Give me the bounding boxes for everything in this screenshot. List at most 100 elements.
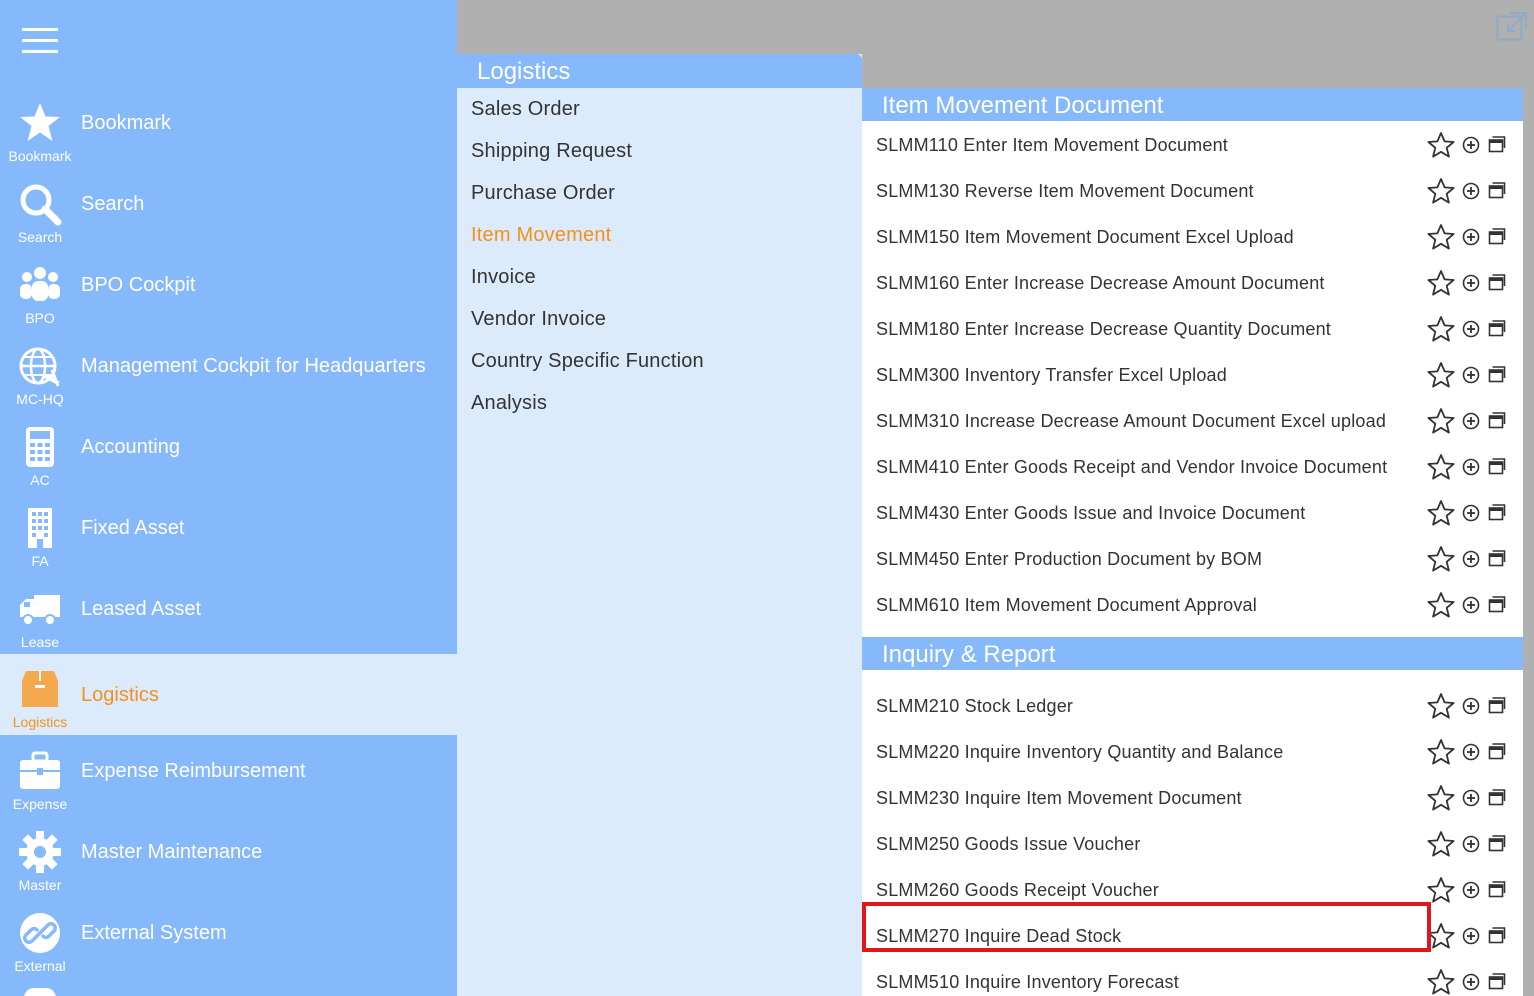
bookmark-star-icon[interactable] [1427, 499, 1455, 527]
submenu-item-item-movement[interactable]: Item Movement [457, 214, 862, 256]
bookmark-star-icon[interactable] [1427, 453, 1455, 481]
add-circle-icon[interactable] [1462, 550, 1480, 568]
submenu-item-sales-order[interactable]: Sales Order [457, 88, 862, 130]
popout-window-icon[interactable] [1496, 11, 1528, 41]
program-row[interactable]: SLMM160 Enter Increase Decrease Amount D… [862, 259, 1523, 305]
bookmark-star-icon[interactable] [1427, 692, 1455, 720]
program-label[interactable]: SLMM300 Inventory Transfer Excel Upload [876, 365, 1227, 386]
new-window-icon[interactable] [1488, 834, 1506, 852]
new-window-icon[interactable] [1488, 319, 1506, 337]
add-circle-icon[interactable] [1462, 320, 1480, 338]
program-label[interactable]: SLMM210 Stock Ledger [876, 696, 1073, 717]
new-window-icon[interactable] [1488, 457, 1506, 475]
program-row[interactable]: SLMM430 Enter Goods Issue and Invoice Do… [862, 489, 1523, 535]
program-row[interactable]: SLMM250 Goods Issue Voucher [862, 820, 1523, 866]
submenu-item-invoice[interactable]: Invoice [457, 256, 862, 298]
new-window-icon[interactable] [1488, 365, 1506, 383]
program-label[interactable]: SLMM160 Enter Increase Decrease Amount D… [876, 273, 1325, 294]
program-label[interactable]: SLMM610 Item Movement Document Approval [876, 595, 1257, 616]
program-label[interactable]: SLMM220 Inquire Inventory Quantity and B… [876, 742, 1283, 763]
program-row[interactable]: SLMM220 Inquire Inventory Quantity and B… [862, 728, 1523, 774]
hamburger-menu-icon[interactable] [22, 28, 58, 54]
program-label[interactable]: SLMM130 Reverse Item Movement Document [876, 181, 1254, 202]
program-label[interactable]: SLMM260 Goods Receipt Voucher [876, 880, 1159, 901]
new-window-icon[interactable] [1488, 696, 1506, 714]
new-window-icon[interactable] [1488, 181, 1506, 199]
new-window-icon[interactable] [1488, 926, 1506, 944]
add-circle-icon[interactable] [1462, 973, 1480, 991]
add-circle-icon[interactable] [1462, 136, 1480, 154]
submenu-item-vendor-invoice[interactable]: Vendor Invoice [457, 298, 862, 340]
add-circle-icon[interactable] [1462, 228, 1480, 246]
sidebar-item-search[interactable]: Search Search [0, 173, 457, 254]
sidebar-item-bookmark[interactable]: Bookmark Bookmark [0, 92, 457, 173]
program-label[interactable]: SLMM110 Enter Item Movement Document [876, 135, 1228, 156]
program-row[interactable]: SLMM230 Inquire Item Movement Document [862, 774, 1523, 820]
bookmark-star-icon[interactable] [1427, 223, 1455, 251]
new-window-icon[interactable] [1488, 273, 1506, 291]
add-circle-icon[interactable] [1462, 881, 1480, 899]
bookmark-star-icon[interactable] [1427, 591, 1455, 619]
bookmark-star-icon[interactable] [1427, 315, 1455, 343]
add-circle-icon[interactable] [1462, 274, 1480, 292]
bookmark-star-icon[interactable] [1427, 922, 1455, 950]
sidebar-item-expense[interactable]: Expense Expense Reimbursement [0, 740, 457, 821]
submenu-item-purchase-order[interactable]: Purchase Order [457, 172, 862, 214]
add-circle-icon[interactable] [1462, 697, 1480, 715]
bookmark-star-icon[interactable] [1427, 269, 1455, 297]
add-circle-icon[interactable] [1462, 366, 1480, 384]
program-row[interactable]: SLMM610 Item Movement Document Approval [862, 581, 1523, 627]
bookmark-star-icon[interactable] [1427, 784, 1455, 812]
program-row[interactable]: SLMM180 Enter Increase Decrease Quantity… [862, 305, 1523, 351]
bookmark-star-icon[interactable] [1427, 361, 1455, 389]
program-label[interactable]: SLMM150 Item Movement Document Excel Upl… [876, 227, 1294, 248]
sidebar-item-accounting[interactable]: AC Accounting [0, 416, 457, 497]
sidebar-item-fixed-asset[interactable]: FA Fixed Asset [0, 497, 457, 578]
program-row[interactable]: SLMM310 Increase Decrease Amount Documen… [862, 397, 1523, 443]
program-row[interactable]: SLMM130 Reverse Item Movement Document [862, 167, 1523, 213]
program-label[interactable]: SLMM270 Inquire Dead Stock [876, 926, 1121, 947]
program-row[interactable]: SLMM300 Inventory Transfer Excel Upload [862, 351, 1523, 397]
bookmark-star-icon[interactable] [1427, 131, 1455, 159]
add-circle-icon[interactable] [1462, 458, 1480, 476]
new-window-icon[interactable] [1488, 880, 1506, 898]
add-circle-icon[interactable] [1462, 596, 1480, 614]
add-circle-icon[interactable] [1462, 743, 1480, 761]
add-circle-icon[interactable] [1462, 412, 1480, 430]
new-window-icon[interactable] [1488, 503, 1506, 521]
add-circle-icon[interactable] [1462, 927, 1480, 945]
program-row[interactable]: SLMM510 Inquire Inventory Forecast [862, 958, 1523, 996]
new-window-icon[interactable] [1488, 788, 1506, 806]
new-window-icon[interactable] [1488, 742, 1506, 760]
sidebar-item-mc-hq[interactable]: MC-HQ Management Cockpit for Headquarter… [0, 335, 457, 416]
bookmark-star-icon[interactable] [1427, 545, 1455, 573]
bookmark-star-icon[interactable] [1427, 177, 1455, 205]
add-circle-icon[interactable] [1462, 789, 1480, 807]
program-row[interactable]: SLMM270 Inquire Dead Stock [862, 912, 1523, 958]
program-row[interactable]: SLMM210 Stock Ledger [862, 682, 1523, 728]
submenu-item-shipping-request[interactable]: Shipping Request [457, 130, 862, 172]
program-label[interactable]: SLMM510 Inquire Inventory Forecast [876, 972, 1179, 993]
sidebar-item-external[interactable]: External External System [0, 902, 457, 983]
bookmark-star-icon[interactable] [1427, 830, 1455, 858]
sidebar-item-bpo[interactable]: BPO BPO Cockpit [0, 254, 457, 335]
program-label[interactable]: SLMM250 Goods Issue Voucher [876, 834, 1141, 855]
bookmark-star-icon[interactable] [1427, 968, 1455, 996]
program-row[interactable]: SLMM450 Enter Production Document by BOM [862, 535, 1523, 581]
add-circle-icon[interactable] [1462, 835, 1480, 853]
program-label[interactable]: SLMM180 Enter Increase Decrease Quantity… [876, 319, 1331, 340]
program-row[interactable]: SLMM260 Goods Receipt Voucher [862, 866, 1523, 912]
sidebar-item-master[interactable]: Master Master Maintenance [0, 821, 457, 902]
sidebar-item-leased-asset[interactable]: Lease Leased Asset [0, 578, 457, 659]
add-circle-icon[interactable] [1462, 504, 1480, 522]
program-row[interactable]: SLMM150 Item Movement Document Excel Upl… [862, 213, 1523, 259]
new-window-icon[interactable] [1488, 972, 1506, 990]
program-label[interactable]: SLMM430 Enter Goods Issue and Invoice Do… [876, 503, 1305, 524]
program-label[interactable]: SLMM410 Enter Goods Receipt and Vendor I… [876, 457, 1387, 478]
new-window-icon[interactable] [1488, 595, 1506, 613]
bookmark-star-icon[interactable] [1427, 738, 1455, 766]
sidebar-item-logistics[interactable]: Logistics Logistics [0, 654, 457, 735]
bookmark-star-icon[interactable] [1427, 407, 1455, 435]
submenu-item-country-specific-function[interactable]: Country Specific Function [457, 340, 862, 382]
submenu-item-analysis[interactable]: Analysis [457, 382, 862, 424]
